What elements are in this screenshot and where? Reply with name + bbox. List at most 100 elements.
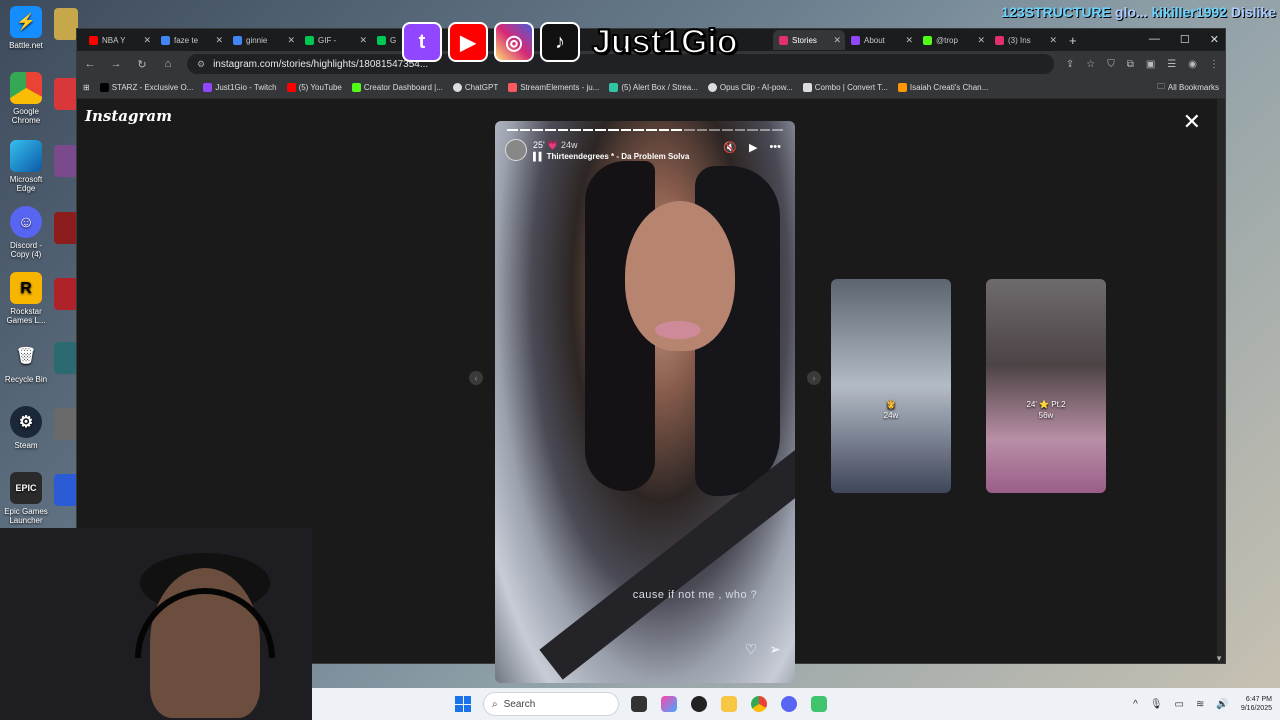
progress-segment bbox=[608, 129, 619, 131]
desktop-icon-battlenet[interactable]: ⚡ Battle.net bbox=[2, 6, 50, 50]
tab-stories[interactable]: Stories ✕ bbox=[773, 30, 845, 50]
tab-0[interactable]: NBA Y ✕ bbox=[83, 30, 155, 50]
next-story-icon[interactable]: › bbox=[807, 371, 821, 385]
desktop-icon-chrome[interactable]: Google Chrome bbox=[2, 72, 50, 125]
tab-close-icon[interactable]: ✕ bbox=[287, 35, 295, 46]
forward-icon[interactable]: → bbox=[109, 58, 123, 70]
new-tab-button[interactable]: + bbox=[1069, 33, 1077, 48]
mute-icon[interactable]: 🔇 bbox=[723, 141, 737, 154]
tab-close-icon[interactable]: ✕ bbox=[359, 35, 367, 46]
sidebar-icon[interactable]: ▣ bbox=[1146, 59, 1155, 70]
chrome-icon[interactable] bbox=[751, 696, 767, 712]
desktop-icon-obs[interactable] bbox=[54, 78, 78, 110]
tab-close-icon[interactable]: ✕ bbox=[905, 35, 913, 46]
bookmark-5[interactable]: StreamElements - ju... bbox=[508, 83, 599, 92]
bookmark-6[interactable]: (5) Alert Box / Strea... bbox=[609, 83, 698, 92]
desktop-icon-recycle-bin[interactable]: 🗑 Recycle Bin bbox=[2, 340, 50, 384]
discord-icon[interactable] bbox=[781, 696, 797, 712]
back-icon[interactable]: ← bbox=[83, 58, 97, 70]
desktop-icon-among-us[interactable] bbox=[54, 278, 78, 310]
send-icon[interactable]: ➢ bbox=[769, 641, 781, 658]
chevron-up-icon[interactable]: ^ bbox=[1133, 699, 1138, 710]
spotify-icon[interactable] bbox=[811, 696, 827, 712]
story-username[interactable]: 25' bbox=[533, 140, 545, 150]
extensions-icon[interactable]: ⧉ bbox=[1127, 59, 1134, 70]
taskbar-search[interactable]: ⌕ Search bbox=[483, 692, 619, 716]
app-icon[interactable] bbox=[691, 696, 707, 712]
desktop-icon-steam[interactable]: ⚙ Steam bbox=[2, 406, 50, 450]
tab-1[interactable]: faze te ✕ bbox=[155, 30, 227, 50]
reload-icon[interactable]: ↻ bbox=[135, 58, 149, 71]
volume-icon[interactable]: 🔊 bbox=[1216, 699, 1228, 710]
clock[interactable]: 6:47 PM 9/16/2025 bbox=[1241, 695, 1272, 713]
story-card[interactable]: 25' 💗 24w ▌▌ Thirteendegrees * - Da Prob… bbox=[495, 121, 795, 683]
tab-about[interactable]: About ✕ bbox=[845, 30, 917, 50]
like-heart-icon[interactable]: ♡ bbox=[745, 641, 758, 658]
bookmark-0[interactable]: STARZ - Exclusive O... bbox=[99, 83, 193, 92]
display-icon[interactable]: ▭ bbox=[1175, 699, 1184, 710]
bookmark-2[interactable]: (5) YouTube bbox=[286, 83, 342, 92]
scroll-down-icon[interactable]: ▼ bbox=[1215, 654, 1223, 663]
tab-search-icon[interactable]: ☰ bbox=[1167, 59, 1176, 70]
tab-close-icon[interactable]: ✕ bbox=[833, 35, 841, 46]
progress-segment bbox=[734, 129, 746, 131]
close-stories-icon[interactable]: ✕ bbox=[1183, 109, 1201, 135]
story-music[interactable]: Thirteendegrees * - Da Problem Solva bbox=[547, 152, 690, 161]
desktop-icon-lets[interactable] bbox=[54, 342, 78, 374]
tab-instagram[interactable]: (3) Ins ✕ bbox=[989, 30, 1061, 50]
copilot-icon[interactable] bbox=[661, 696, 677, 712]
desktop-icon-roblox[interactable] bbox=[54, 474, 78, 506]
tab-3[interactable]: GIF - ✕ bbox=[299, 30, 371, 50]
minimize-icon[interactable]: — bbox=[1149, 33, 1160, 46]
home-icon[interactable]: ⌂ bbox=[161, 58, 175, 70]
extension-shield-icon[interactable]: ⛉ bbox=[1107, 59, 1115, 70]
desktop-icon-app[interactable] bbox=[54, 145, 78, 177]
apps-grid-icon[interactable]: ⊞ bbox=[83, 83, 90, 92]
play-icon[interactable]: ▶ bbox=[749, 141, 757, 154]
desktop-icon-epic[interactable]: EPIC Epic Games Launcher bbox=[2, 472, 50, 525]
prev-story-icon[interactable]: ‹ bbox=[469, 371, 483, 385]
desktop-icon-rockstar[interactable]: R Rockstar Games L... bbox=[2, 272, 50, 325]
desktop-icon-edge[interactable]: Microsoft Edge bbox=[2, 140, 50, 193]
tab-close-icon[interactable]: ✕ bbox=[143, 35, 151, 46]
kick-icon bbox=[351, 83, 361, 92]
more-options-icon[interactable]: ••• bbox=[769, 141, 781, 154]
close-window-icon[interactable]: ✕ bbox=[1210, 33, 1219, 46]
maximize-icon[interactable]: ☐ bbox=[1180, 33, 1190, 46]
wifi-icon[interactable]: ≋ bbox=[1196, 699, 1204, 710]
tab-kick[interactable]: @trop ✕ bbox=[917, 30, 989, 50]
install-icon[interactable]: ⇪ bbox=[1066, 59, 1074, 70]
tab-close-icon[interactable]: ✕ bbox=[1049, 35, 1057, 46]
profile-icon[interactable]: ◉ bbox=[1188, 59, 1197, 70]
avatar[interactable] bbox=[505, 139, 527, 161]
desktop-icon-discord[interactable]: ☺ Discord - Copy (4) bbox=[2, 206, 50, 259]
bookmark-7[interactable]: Opus Clip - AI-pow... bbox=[707, 83, 793, 92]
bookmark-3[interactable]: Creator Dashboard |... bbox=[351, 83, 443, 92]
next-highlight-card[interactable]: 👸 24w bbox=[831, 279, 951, 493]
site-info-icon[interactable]: ⚙ bbox=[197, 59, 205, 70]
windows-start-icon[interactable] bbox=[455, 696, 471, 712]
tab-close-icon[interactable]: ✕ bbox=[215, 35, 223, 46]
highlight-time: 56w bbox=[1038, 411, 1054, 420]
task-view-icon[interactable] bbox=[631, 696, 647, 712]
bookmark-4[interactable]: ChatGPT bbox=[452, 83, 498, 92]
desktop-icon-overwatch[interactable] bbox=[54, 8, 78, 40]
tab-close-icon[interactable]: ✕ bbox=[977, 35, 985, 46]
microphone-icon[interactable]: 🎙 bbox=[1150, 699, 1163, 710]
file-explorer-icon[interactable] bbox=[721, 696, 737, 712]
taskbar-apps bbox=[631, 696, 827, 712]
bookmark-1[interactable]: Just1Gio - Twitch bbox=[203, 83, 277, 92]
all-bookmarks[interactable]: 🗀 All Bookmarks bbox=[1157, 81, 1219, 95]
desktop-icon-cap[interactable] bbox=[54, 408, 78, 440]
next-highlight-card-2[interactable]: 24' ⭐ Pt.2 56w bbox=[986, 279, 1106, 493]
scrollbar[interactable]: ▼ bbox=[1215, 99, 1225, 663]
bookmark-9[interactable]: Isaiah Creati's Chan... bbox=[897, 83, 988, 92]
bookmark-star-icon[interactable]: ☆ bbox=[1086, 59, 1095, 70]
tab-2[interactable]: ginnie ✕ bbox=[227, 30, 299, 50]
menu-icon[interactable]: ⋮ bbox=[1209, 59, 1219, 70]
desktop-icon-winrar[interactable] bbox=[54, 212, 78, 244]
progress-segment bbox=[709, 129, 720, 131]
youtube-icon bbox=[89, 35, 98, 45]
instagram-logo[interactable]: Instagram bbox=[85, 107, 172, 125]
bookmark-8[interactable]: Combo | Convert T... bbox=[802, 83, 888, 92]
